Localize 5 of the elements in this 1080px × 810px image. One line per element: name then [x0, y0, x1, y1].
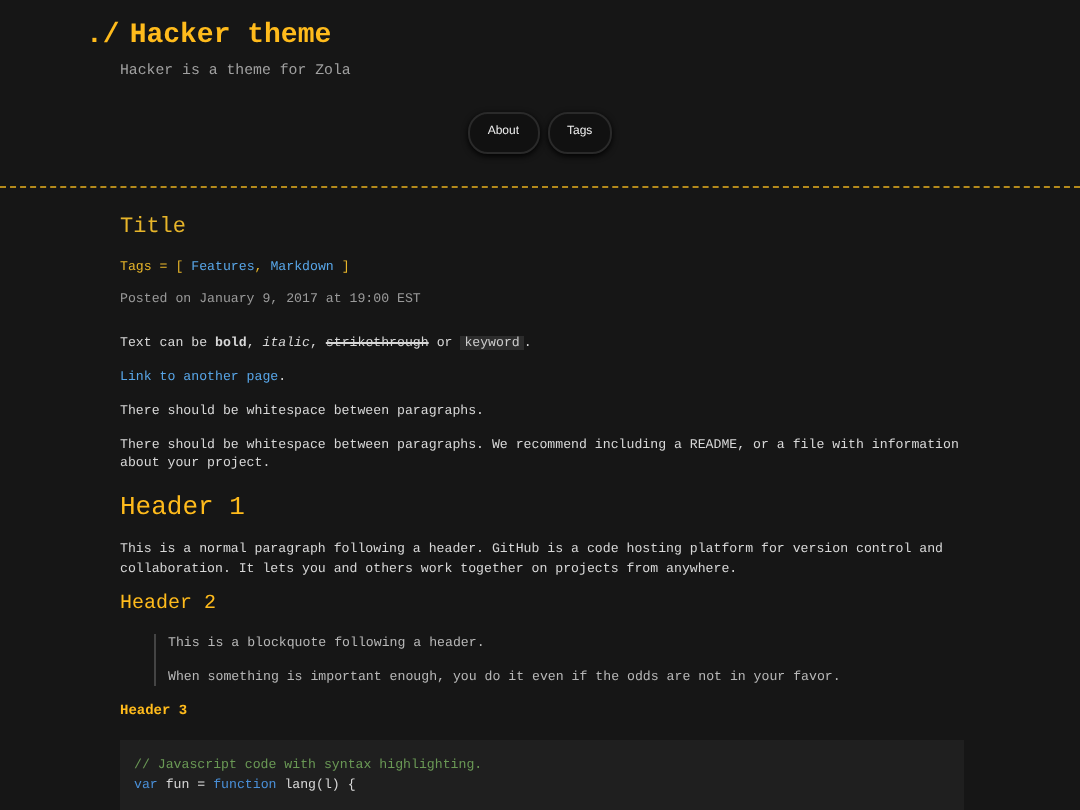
- heading: Header 1: [120, 492, 247, 524]
- site-title[interactable]: Hacker theme: [129, 20, 332, 54]
- heading: Header 2: [120, 593, 219, 618]
- prompt-symbol: ./: [86, 20, 120, 54]
- post-title: Title: [120, 215, 189, 243]
